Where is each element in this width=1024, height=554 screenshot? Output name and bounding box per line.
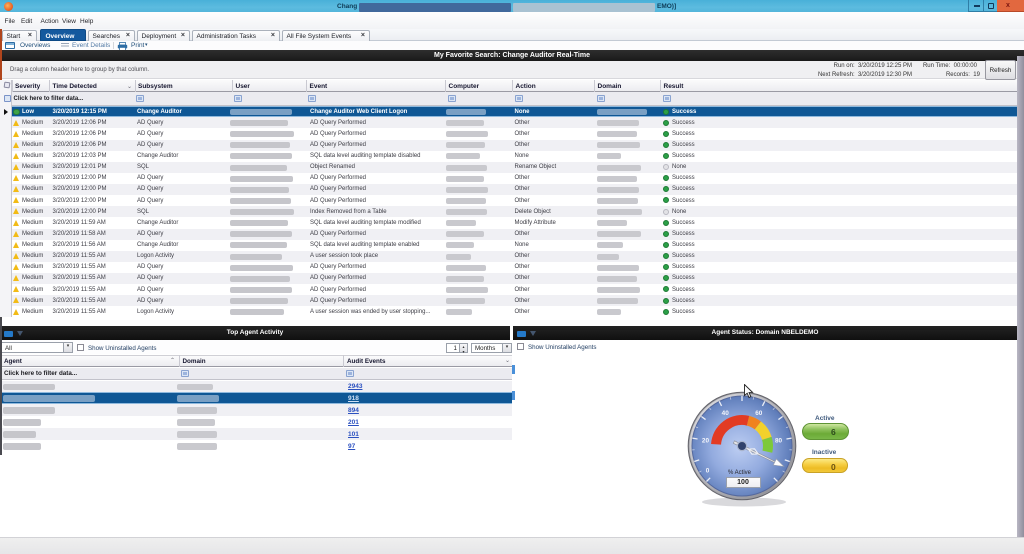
svg-text:0: 0	[706, 468, 710, 475]
svg-text:20: 20	[702, 437, 710, 444]
svg-text:80: 80	[775, 437, 783, 444]
svg-text:60: 60	[755, 410, 763, 417]
svg-text:40: 40	[722, 410, 730, 417]
